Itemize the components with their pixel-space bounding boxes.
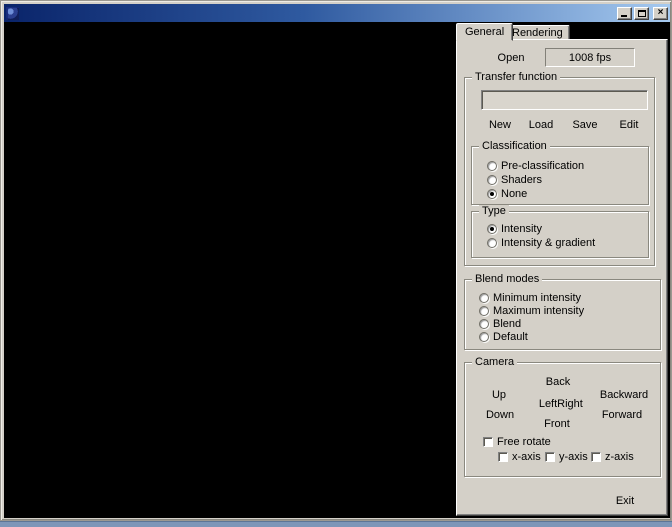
open-button[interactable]: Open bbox=[498, 52, 525, 64]
tab-page-general: Open 1008 fps Transfer function New Load… bbox=[456, 39, 668, 516]
title-bar[interactable]: × bbox=[4, 4, 670, 22]
radio-icon-checked bbox=[487, 223, 497, 234]
tab-rendering-label: Rendering bbox=[512, 26, 563, 39]
edit-button[interactable]: Edit bbox=[620, 119, 639, 131]
radio-label: Minimum intensity bbox=[493, 291, 582, 304]
radio-icon bbox=[479, 305, 489, 316]
x-axis-checkbox[interactable]: x-axis bbox=[498, 451, 541, 463]
maximize-button[interactable] bbox=[634, 6, 649, 20]
classification-group: Classification Pre-classification Shader… bbox=[471, 140, 649, 205]
checkbox-icon bbox=[498, 452, 508, 462]
checkbox-label: x-axis bbox=[512, 451, 541, 463]
save-button[interactable]: Save bbox=[572, 119, 597, 131]
radio-intensity[interactable]: Intensity bbox=[487, 222, 542, 235]
radio-icon bbox=[487, 160, 497, 171]
checkbox-icon bbox=[591, 452, 601, 462]
radio-label: Maximum intensity bbox=[493, 304, 585, 317]
checkbox-icon bbox=[545, 452, 555, 462]
radio-label: Pre-classification bbox=[501, 159, 585, 172]
radio-icon-checked bbox=[487, 188, 497, 199]
camera-right-button[interactable]: Right bbox=[557, 398, 583, 410]
radio-label: None bbox=[501, 187, 528, 200]
type-title: Type bbox=[479, 205, 509, 217]
application-window: × General Rendering Open 1008 fps Transf… bbox=[0, 0, 672, 521]
classification-title: Classification bbox=[479, 140, 550, 152]
camera-group: Camera Back Up Left Right Backward Down … bbox=[464, 356, 661, 477]
radio-label: Intensity bbox=[501, 222, 542, 235]
load-button[interactable]: Load bbox=[529, 119, 553, 131]
radio-icon bbox=[479, 292, 489, 303]
camera-title: Camera bbox=[472, 356, 518, 368]
radio-icon bbox=[487, 237, 497, 248]
tab-strip: General Rendering bbox=[456, 23, 668, 41]
camera-forward-button[interactable]: Forward bbox=[602, 409, 642, 421]
radio-default[interactable]: Default bbox=[479, 330, 528, 343]
checkbox-label: z-axis bbox=[605, 451, 634, 463]
app-icon bbox=[6, 6, 19, 20]
tab-general-label: General bbox=[465, 26, 505, 38]
camera-back-button[interactable]: Back bbox=[546, 376, 570, 388]
radio-blend[interactable]: Blend bbox=[479, 317, 521, 330]
transfer-function-input[interactable] bbox=[481, 90, 648, 110]
radio-icon bbox=[479, 331, 489, 342]
radio-icon bbox=[487, 174, 497, 185]
z-axis-checkbox[interactable]: z-axis bbox=[591, 451, 634, 463]
radio-minimum-intensity[interactable]: Minimum intensity bbox=[479, 291, 581, 304]
blend-modes-group: Blend modes Minimum intensity Maximum in… bbox=[464, 273, 661, 350]
exit-button[interactable]: Exit bbox=[616, 495, 634, 507]
radio-shaders[interactable]: Shaders bbox=[487, 173, 542, 186]
radio-label: Intensity & gradient bbox=[501, 236, 596, 249]
type-group: Type Intensity Intensity & gradient bbox=[471, 205, 649, 258]
transfer-function-title: Transfer function bbox=[472, 71, 561, 83]
radio-label: Blend bbox=[493, 317, 522, 330]
radio-intensity-gradient[interactable]: Intensity & gradient bbox=[487, 236, 595, 249]
close-icon: × bbox=[657, 7, 664, 18]
tab-rendering[interactable]: Rendering bbox=[505, 25, 570, 40]
screen: × General Rendering Open 1008 fps Transf… bbox=[0, 0, 672, 527]
radio-none[interactable]: None bbox=[487, 187, 527, 200]
tab-general[interactable]: General bbox=[456, 23, 514, 41]
camera-up-button[interactable]: Up bbox=[492, 389, 506, 401]
window-controls: × bbox=[617, 6, 668, 20]
radio-label: Default bbox=[493, 330, 528, 343]
radio-pre-classification[interactable]: Pre-classification bbox=[487, 159, 584, 172]
close-button[interactable]: × bbox=[653, 6, 668, 20]
minimize-button[interactable] bbox=[617, 6, 632, 20]
fps-display: 1008 fps bbox=[545, 48, 635, 67]
camera-down-button[interactable]: Down bbox=[486, 409, 514, 421]
camera-front-button[interactable]: Front bbox=[544, 418, 570, 430]
fps-value: 1008 fps bbox=[568, 51, 612, 64]
tab-control: General Rendering Open 1008 fps Transfer… bbox=[456, 23, 668, 516]
desktop-strip bbox=[0, 521, 672, 527]
transfer-function-group: Transfer function New Load Save Edit Cla… bbox=[464, 71, 655, 266]
checkbox-label: Free rotate bbox=[497, 436, 551, 448]
blend-modes-title: Blend modes bbox=[472, 273, 543, 285]
new-button[interactable]: New bbox=[489, 119, 511, 131]
free-rotate-checkbox[interactable]: Free rotate bbox=[483, 436, 551, 448]
checkbox-icon bbox=[483, 437, 493, 447]
y-axis-checkbox[interactable]: y-axis bbox=[545, 451, 588, 463]
radio-maximum-intensity[interactable]: Maximum intensity bbox=[479, 304, 584, 317]
camera-backward-button[interactable]: Backward bbox=[600, 389, 648, 401]
radio-icon bbox=[479, 318, 489, 329]
radio-label: Shaders bbox=[501, 173, 542, 186]
checkbox-label: y-axis bbox=[559, 451, 588, 463]
minimize-icon bbox=[621, 14, 627, 17]
camera-left-button[interactable]: Left bbox=[539, 398, 557, 410]
maximize-icon bbox=[637, 9, 646, 17]
